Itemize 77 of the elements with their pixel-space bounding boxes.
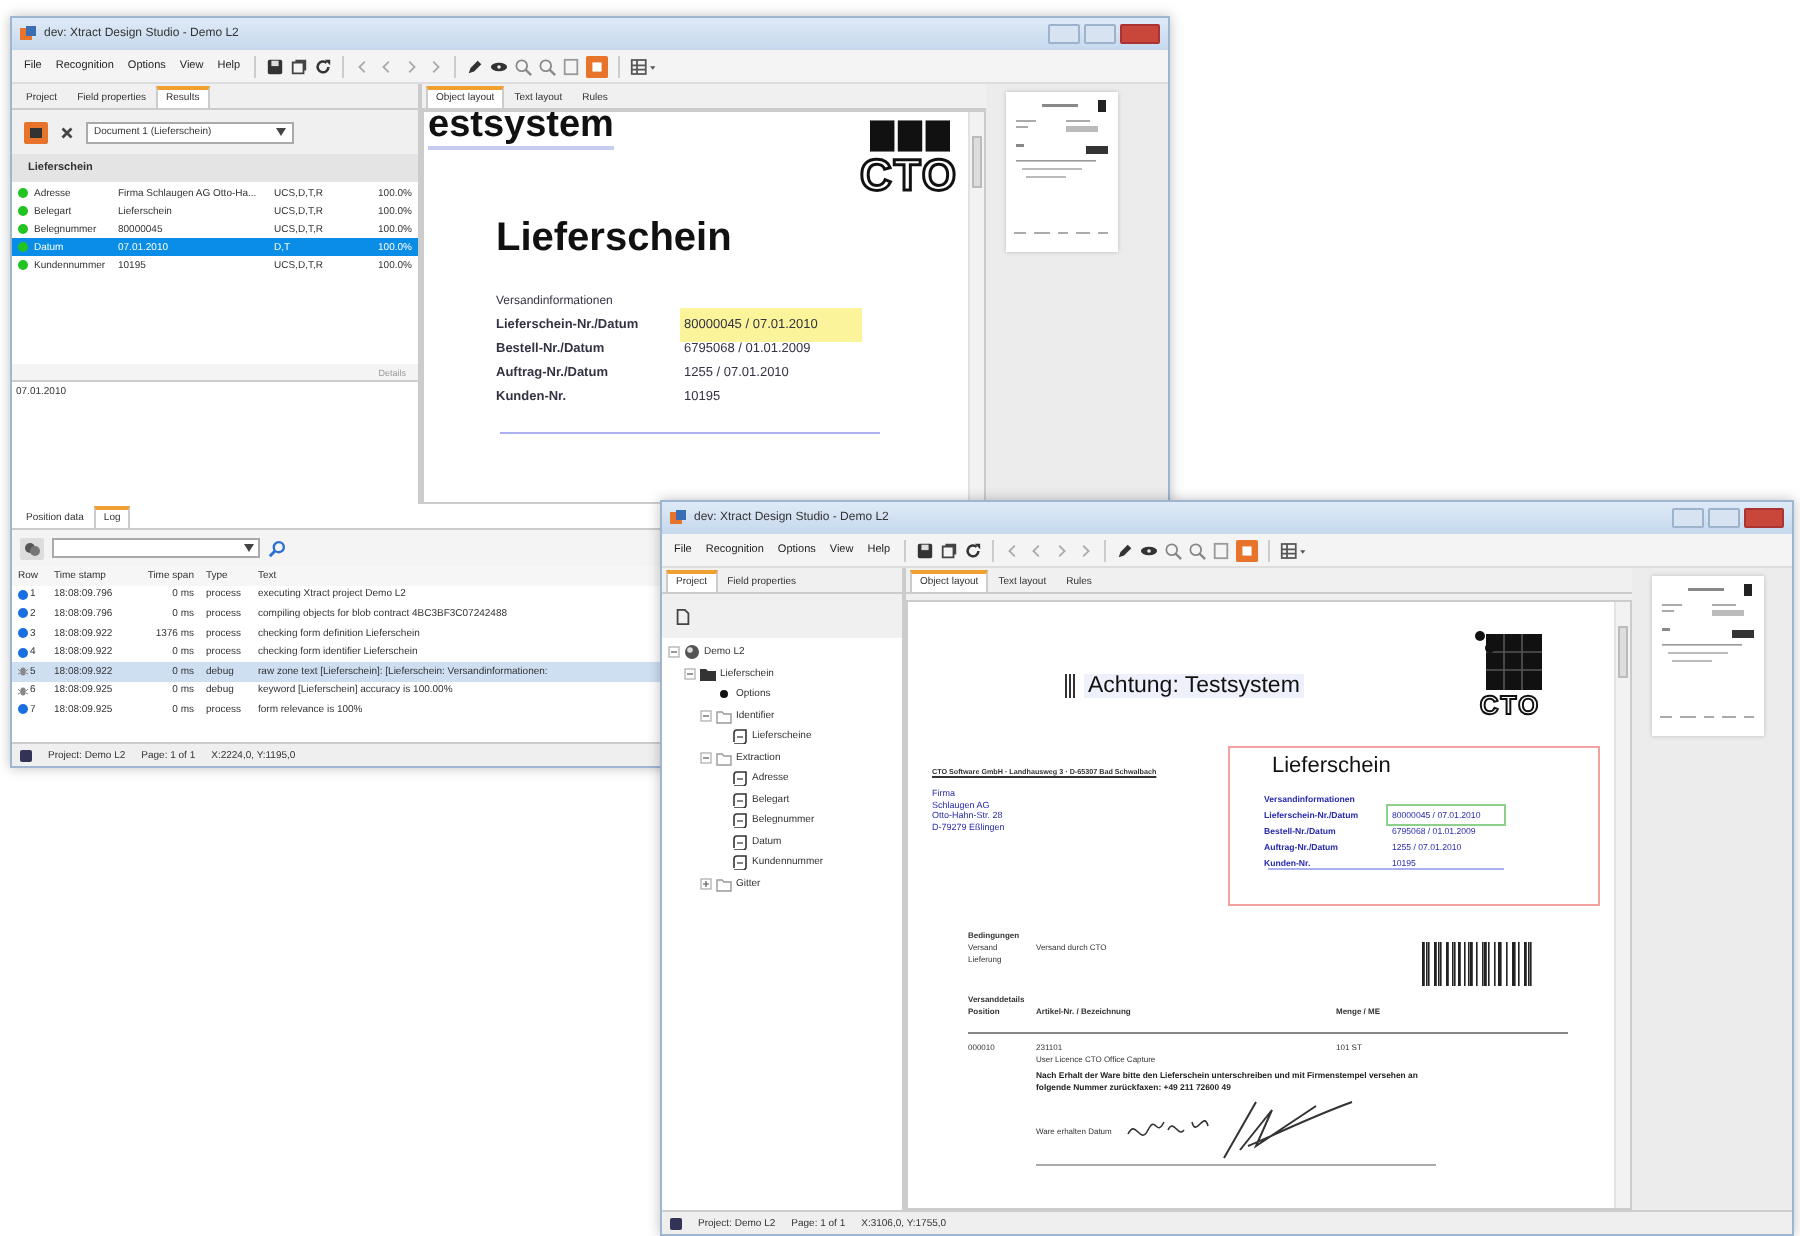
field-icon — [732, 812, 748, 829]
folder-icon — [700, 665, 716, 682]
bullet-icon — [716, 686, 732, 703]
logo-mark — [1474, 630, 1546, 690]
refresh-icon[interactable] — [964, 541, 983, 559]
info-dot-icon — [18, 589, 28, 600]
search-icon[interactable] — [268, 539, 286, 557]
zoom-icon[interactable] — [538, 57, 557, 75]
save-icon[interactable] — [916, 541, 935, 559]
barcode — [1422, 942, 1534, 986]
vertical-scrollbar[interactable] — [968, 112, 984, 502]
document-heading: Achtung: Testsystem — [1084, 674, 1304, 698]
status-dot-icon — [18, 206, 28, 216]
document-title: Lieferschein — [1272, 754, 1391, 778]
capture-icon[interactable] — [24, 121, 48, 143]
eye-icon[interactable] — [490, 57, 509, 75]
project-icon — [670, 1217, 682, 1229]
app-icon — [670, 510, 686, 526]
info-dot-icon — [18, 647, 28, 658]
project-icon — [20, 749, 32, 761]
bug-icon — [18, 685, 28, 696]
document-title: Lieferschein — [496, 216, 732, 262]
folder-icon — [716, 749, 732, 766]
pen-icon[interactable] — [1116, 541, 1135, 559]
filter-icon[interactable] — [20, 537, 44, 559]
pen-icon[interactable] — [466, 57, 485, 75]
info-dot-icon — [18, 704, 28, 715]
info-dot-icon — [18, 608, 28, 619]
maximize-button[interactable] — [1084, 24, 1116, 44]
field-icon — [732, 770, 748, 787]
field-icon — [732, 833, 748, 850]
logo-mark — [869, 120, 950, 152]
vertical-scrollbar[interactable] — [1614, 602, 1630, 1208]
log-filter-field[interactable] — [52, 538, 260, 558]
collapse-icon[interactable] — [700, 709, 712, 722]
frame-icon[interactable] — [586, 55, 609, 77]
caret-icon — [276, 128, 286, 136]
collapse-icon[interactable] — [700, 751, 712, 764]
page-thumbnail[interactable] — [1006, 92, 1118, 252]
folder-icon — [716, 707, 732, 724]
minimize-button[interactable] — [1048, 24, 1080, 44]
page-icon[interactable] — [562, 57, 581, 75]
logo-text: CTO — [1479, 692, 1541, 718]
status-dot-icon — [18, 224, 28, 234]
field-icon — [732, 854, 748, 871]
field-icon — [732, 728, 748, 745]
refresh-icon[interactable] — [314, 57, 333, 75]
info-dot-icon — [18, 628, 28, 639]
field-icon — [732, 791, 748, 808]
grid-dropdown-icon[interactable] — [1280, 541, 1309, 559]
status-dot-icon — [18, 242, 28, 252]
maximize-button[interactable] — [1708, 508, 1740, 528]
project-icon — [684, 644, 700, 661]
zone-frame[interactable] — [1228, 746, 1600, 906]
expand-icon[interactable] — [700, 877, 712, 890]
bars-icon — [1064, 674, 1076, 698]
new-page-icon[interactable] — [674, 607, 692, 625]
grid-dropdown-icon[interactable] — [630, 57, 659, 75]
collapse-icon[interactable] — [684, 667, 696, 680]
collapse-icon[interactable] — [668, 646, 680, 659]
frame-icon[interactable] — [1236, 539, 1259, 561]
close-icon[interactable] — [58, 123, 76, 141]
caret-icon — [244, 544, 254, 552]
zoom-icon[interactable] — [1188, 541, 1207, 559]
page-thumbnail[interactable] — [1652, 576, 1764, 736]
status-dot-icon — [18, 188, 28, 198]
logo-text: CTO — [860, 154, 959, 198]
copy-icon[interactable] — [940, 541, 959, 559]
bug-icon — [18, 666, 28, 677]
app-icon — [20, 26, 36, 42]
eye-icon[interactable] — [1140, 541, 1159, 559]
status-dot-icon — [18, 260, 28, 270]
save-icon[interactable] — [266, 57, 285, 75]
folder-icon — [716, 875, 732, 892]
page-icon[interactable] — [1212, 541, 1231, 559]
minimize-button[interactable] — [1672, 508, 1704, 528]
copy-icon[interactable] — [290, 57, 309, 75]
